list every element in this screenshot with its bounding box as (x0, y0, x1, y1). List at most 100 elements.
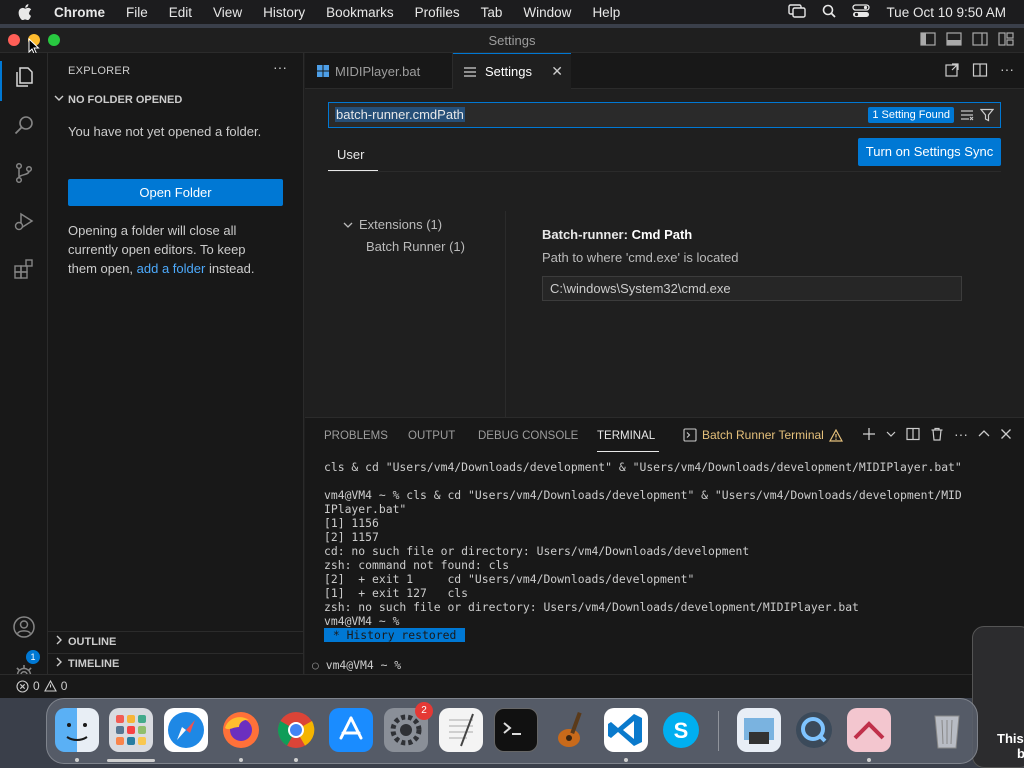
preview-icon[interactable] (737, 708, 781, 752)
garageband-icon[interactable] (549, 708, 593, 752)
explorer-more-actions-icon[interactable]: ··· (273, 59, 287, 75)
cmd-path-input[interactable]: C:\windows\System32\cmd.exe (542, 276, 962, 301)
system-settings-badge: 2 (415, 702, 433, 720)
terminal-icon (683, 428, 697, 442)
toggle-primary-sidebar-icon[interactable] (920, 32, 936, 46)
toc-extensions-label: Extensions (1) (359, 217, 443, 232)
panel-more-icon[interactable]: ··· (954, 427, 968, 441)
terminal-output[interactable]: cls & cd "Users/vm4/Downloads/developmen… (324, 460, 1014, 642)
settings-search-input[interactable]: batch-runner.cmdPath 1 Setting Found (328, 102, 1001, 128)
run-debug-icon[interactable] (10, 207, 38, 235)
terminal-selector[interactable]: Batch Runner Terminal (683, 428, 843, 442)
open-settings-json-icon[interactable] (944, 62, 960, 78)
safari-icon[interactable] (164, 708, 208, 752)
user-scope-tab[interactable]: User (337, 147, 364, 162)
apple-icon[interactable] (18, 4, 38, 20)
outline-section-header[interactable]: OUTLINE (54, 635, 116, 648)
macos-dock: 2 S (46, 698, 978, 764)
accounts-icon[interactable] (10, 613, 38, 641)
menu-history[interactable]: History (263, 5, 305, 20)
menu-app-name[interactable]: Chrome (54, 5, 105, 20)
toggle-secondary-sidebar-icon[interactable] (972, 32, 988, 46)
vscode-window: Settings 1 EXPLORER ··· NO FOLDER OPENED… (0, 28, 1024, 698)
menu-tab[interactable]: Tab (481, 5, 503, 20)
settings-editor: batch-runner.cmdPath 1 Setting Found Use… (305, 89, 1024, 417)
add-folder-link[interactable]: add a folder (137, 261, 206, 276)
source-control-icon[interactable] (10, 159, 38, 187)
zoom-window-button[interactable] (48, 34, 60, 46)
settings-found-badge: 1 Setting Found (868, 107, 954, 123)
finder-icon[interactable] (55, 708, 99, 752)
firefox-icon[interactable] (219, 708, 263, 752)
timeline-divider (48, 653, 303, 654)
launchpad-icon[interactable] (109, 708, 153, 752)
close-panel-icon[interactable] (1000, 428, 1012, 440)
firefox-running-dot (239, 758, 243, 762)
history-restored-banner: * History restored (324, 628, 466, 642)
editor-tabs: MIDIPlayer.bat Settings ✕ ··· (305, 53, 1024, 89)
settings-sync-button[interactable]: Turn on Settings Sync (858, 138, 1001, 166)
pixelmator-icon[interactable] (847, 708, 891, 752)
tab-problems[interactable]: PROBLEMS (324, 430, 388, 442)
chevron-right-icon (54, 657, 68, 670)
control-center-icon[interactable] (852, 3, 871, 21)
filter-icon[interactable] (979, 108, 995, 127)
notification-line: This (997, 731, 1024, 746)
terminal-dropdown-icon[interactable] (886, 429, 896, 439)
more-actions-icon[interactable]: ··· (1000, 62, 1014, 78)
no-folder-section-header[interactable]: NO FOLDER OPENED (54, 93, 182, 106)
split-terminal-icon[interactable] (906, 427, 920, 441)
toggle-panel-icon[interactable] (946, 32, 962, 46)
trash-icon[interactable] (925, 708, 969, 752)
close-tab-icon[interactable]: ✕ (551, 63, 563, 80)
svg-text:S: S (674, 718, 689, 743)
skype-icon[interactable]: S (659, 708, 703, 752)
current-prompt-line[interactable]: ○ vm4@VM4 ~ % (312, 658, 401, 672)
customize-layout-icon[interactable] (998, 32, 1014, 46)
maximize-panel-icon[interactable] (978, 428, 990, 440)
chevron-right-icon (54, 635, 68, 648)
tab-settings[interactable]: Settings ✕ (453, 53, 571, 89)
timeline-section-header[interactable]: TIMELINE (54, 657, 119, 670)
tab-debug-console[interactable]: DEBUG CONSOLE (478, 430, 578, 442)
terminal-line: [2] + exit 1 cd "Users/vm4/Downloads/dev… (324, 572, 695, 586)
chevron-down-icon (343, 220, 353, 230)
search-query[interactable]: batch-runner.cmdPath (335, 107, 465, 122)
spotlight-search-icon[interactable] (822, 4, 837, 21)
notification-text: This b (997, 731, 1024, 761)
menubar-clock[interactable]: Tue Oct 10 9:50 AM (886, 5, 1006, 20)
menu-help[interactable]: Help (592, 5, 620, 20)
kill-terminal-trash-icon[interactable] (930, 427, 944, 441)
terminal-line: zsh: command not found: cls (324, 558, 510, 572)
menu-view[interactable]: View (213, 5, 242, 20)
quicktime-icon[interactable] (792, 708, 836, 752)
app-store-icon[interactable] (329, 708, 373, 752)
notification-popup[interactable]: This b (972, 626, 1024, 768)
terminal-app-icon[interactable] (494, 708, 538, 752)
menu-window[interactable]: Window (523, 5, 571, 20)
vscode-icon[interactable] (604, 708, 648, 752)
menu-profiles[interactable]: Profiles (415, 5, 460, 20)
clear-filter-icon[interactable] (960, 108, 974, 127)
toc-extensions[interactable]: Extensions (1) (343, 217, 442, 232)
menu-edit[interactable]: Edit (169, 5, 192, 20)
prompt-circle-icon: ○ (312, 658, 326, 672)
problems-status[interactable]: 0 0 (16, 679, 67, 693)
open-folder-button[interactable]: Open Folder (68, 179, 283, 206)
toc-batch-runner[interactable]: Batch Runner (1) (366, 239, 465, 254)
tab-midiplayer[interactable]: MIDIPlayer.bat (305, 53, 453, 89)
menu-file[interactable]: File (126, 5, 148, 20)
split-editor-icon[interactable] (972, 62, 988, 78)
textedit-icon[interactable] (439, 708, 483, 752)
menu-bookmarks[interactable]: Bookmarks (326, 5, 394, 20)
chrome-icon[interactable] (274, 708, 318, 752)
new-terminal-icon[interactable] (862, 427, 876, 441)
extensions-icon[interactable] (10, 255, 38, 283)
explorer-icon[interactable] (10, 63, 38, 91)
close-window-button[interactable] (8, 34, 20, 46)
tab-output[interactable]: OUTPUT (408, 430, 455, 442)
tab-terminal[interactable]: TERMINAL (597, 430, 655, 442)
screen-mirroring-icon[interactable] (788, 3, 807, 21)
search-icon[interactable] (10, 111, 38, 139)
